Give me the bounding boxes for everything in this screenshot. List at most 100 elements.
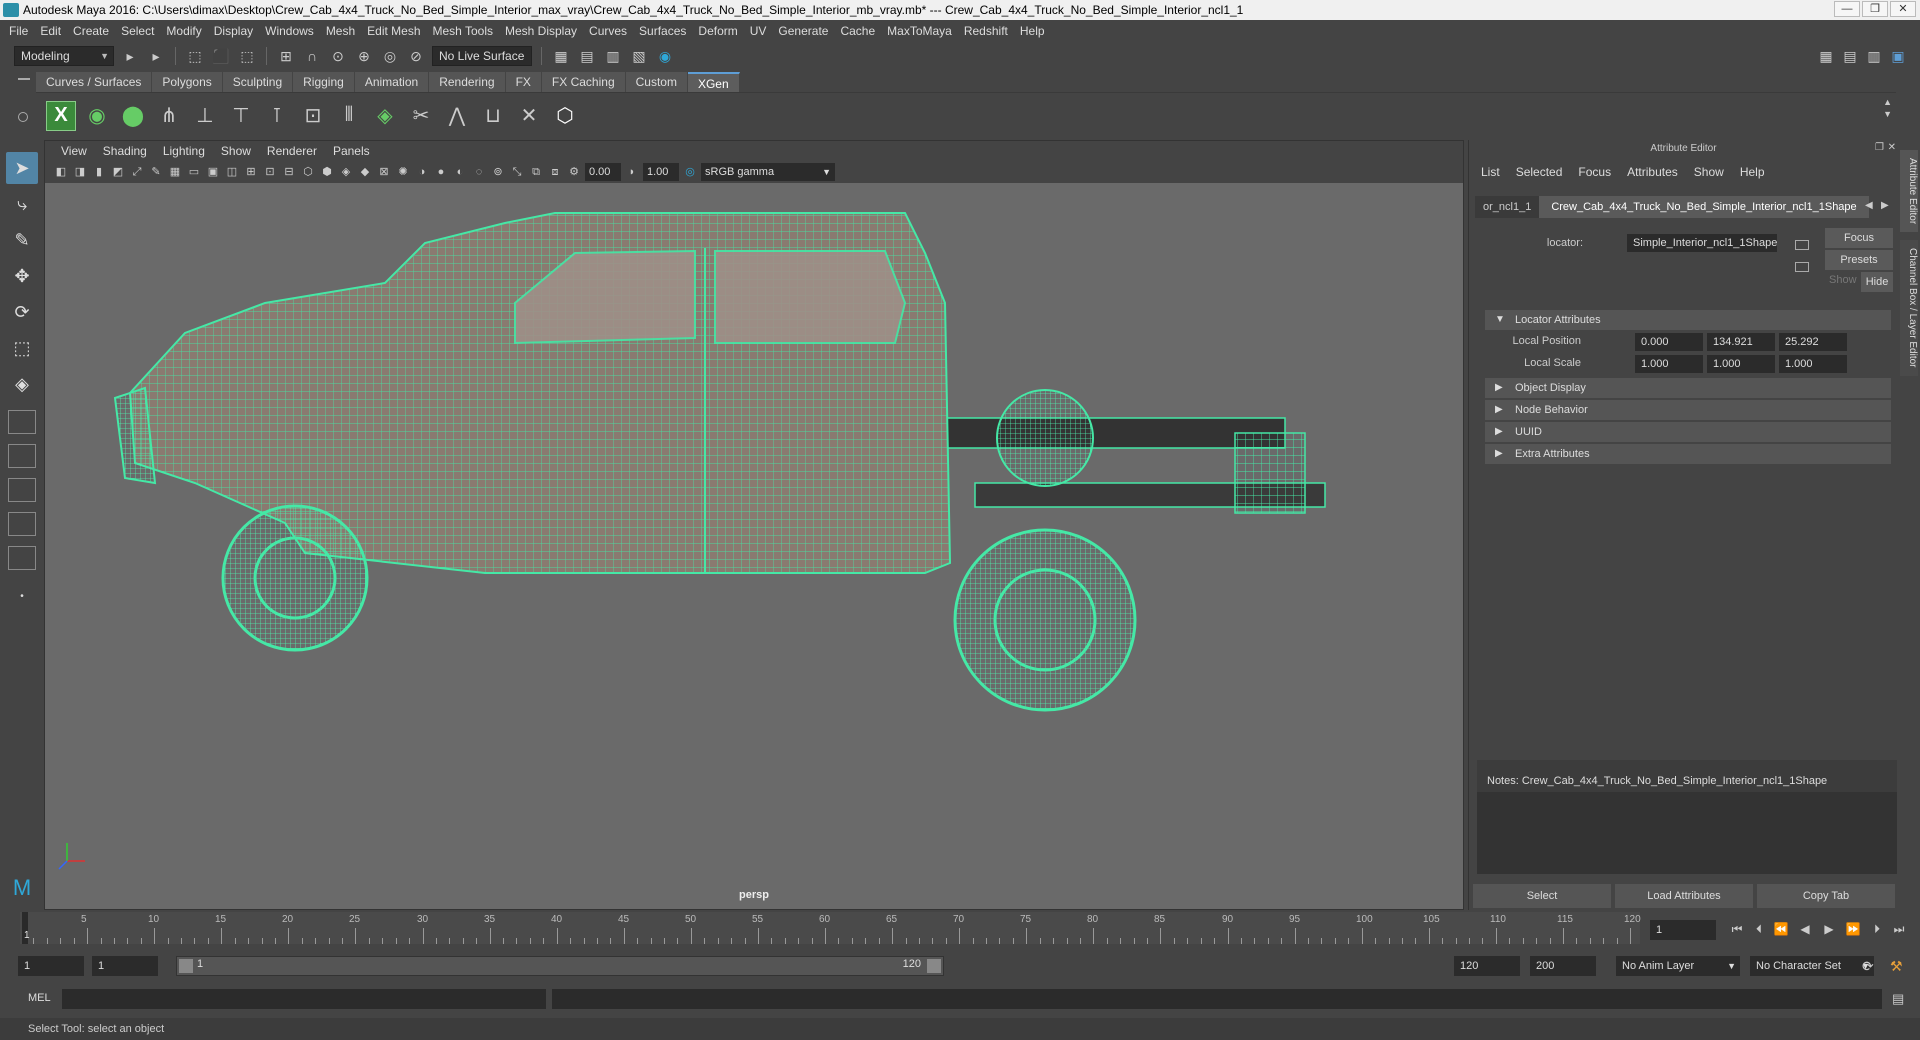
menu-file[interactable]: File bbox=[6, 24, 37, 38]
vp-menu-lighting[interactable]: Lighting bbox=[155, 144, 213, 158]
gamma-field[interactable]: 1.00 bbox=[643, 163, 679, 181]
film-gate-icon[interactable]: ▭ bbox=[186, 164, 202, 180]
hide-button[interactable]: Hide bbox=[1861, 272, 1893, 292]
shelf-menu-icon[interactable] bbox=[18, 78, 30, 80]
scale-tool-icon[interactable]: ⬚ bbox=[6, 332, 38, 364]
select-hierarchy-icon[interactable]: ⬚ bbox=[185, 46, 205, 66]
exposure-field[interactable]: 0.00 bbox=[585, 163, 621, 181]
ae-menu-help[interactable]: Help bbox=[1732, 162, 1773, 182]
tab-xgen[interactable]: XGen bbox=[687, 72, 740, 92]
vp-menu-panels[interactable]: Panels bbox=[325, 144, 378, 158]
script-editor-icon[interactable]: ▤ bbox=[1892, 991, 1904, 1007]
resolution-gate-icon[interactable]: ▣ bbox=[205, 164, 221, 180]
close-panel-icon[interactable]: ✕ bbox=[1888, 142, 1896, 153]
mode-dropdown[interactable]: Modeling ▼ bbox=[14, 46, 114, 66]
section-object-display[interactable]: ▶ Object Display bbox=[1485, 378, 1891, 398]
live-surface-field[interactable]: No Live Surface bbox=[432, 46, 532, 66]
xray-active-icon[interactable]: ⧉ bbox=[528, 164, 544, 180]
tab-polygons[interactable]: Polygons bbox=[152, 72, 223, 92]
snap-live-icon[interactable]: ⊘ bbox=[406, 46, 426, 66]
tab-right-arrow-icon[interactable]: ▶ bbox=[1881, 200, 1889, 211]
animation-start-field[interactable]: 1 bbox=[18, 956, 84, 976]
xgen-place-guides-icon[interactable]: ⋔ bbox=[154, 101, 184, 131]
menu-windows[interactable]: Windows bbox=[262, 24, 323, 38]
command-input[interactable] bbox=[62, 989, 546, 1009]
local-position-y[interactable]: 134.921 bbox=[1707, 333, 1775, 351]
vp-menu-shading[interactable]: Shading bbox=[95, 144, 155, 158]
playback-start-field[interactable]: 1 bbox=[92, 956, 158, 976]
notes-textarea[interactable] bbox=[1477, 792, 1897, 874]
focus-input-icon[interactable] bbox=[1795, 240, 1809, 250]
render-view-icon[interactable]: ▦ bbox=[551, 46, 571, 66]
exposure-icon[interactable]: ⚙ bbox=[566, 164, 582, 180]
command-language-label[interactable]: MEL bbox=[28, 992, 51, 1004]
xgen-create-description-icon[interactable]: ⬤ bbox=[118, 101, 148, 131]
focus-output-icon[interactable] bbox=[1795, 262, 1809, 272]
ae-menu-list[interactable]: List bbox=[1473, 162, 1508, 182]
hypershade-icon[interactable]: ◉ bbox=[655, 46, 675, 66]
ae-menu-show[interactable]: Show bbox=[1686, 162, 1732, 182]
menu-redshift[interactable]: Redshift bbox=[961, 24, 1017, 38]
xgen-rotate-guide-icon[interactable]: ⊺ bbox=[262, 101, 292, 131]
xgen-editor-icon[interactable]: X bbox=[46, 100, 76, 131]
xray-joints-icon[interactable]: ⤡ bbox=[509, 164, 525, 180]
local-position-x[interactable]: 0.000 bbox=[1635, 333, 1703, 351]
tab-fx[interactable]: FX bbox=[505, 72, 542, 92]
menu-modify[interactable]: Modify bbox=[163, 24, 210, 38]
select-tool-icon[interactable]: ➤ bbox=[6, 152, 38, 184]
viewport-panel[interactable]: View Shading Lighting Show Renderer Pane… bbox=[44, 140, 1464, 910]
snap-surface-icon[interactable]: ◎ bbox=[380, 46, 400, 66]
presets-button[interactable]: Presets bbox=[1825, 250, 1893, 270]
layout-two-panel-icon[interactable] bbox=[8, 444, 36, 468]
layout-four-panel-icon[interactable] bbox=[8, 410, 36, 434]
vp-menu-show[interactable]: Show bbox=[213, 144, 259, 158]
range-end-handle[interactable] bbox=[927, 959, 941, 973]
focus-button[interactable]: Focus bbox=[1825, 228, 1893, 248]
shelf-scroll-up-icon[interactable]: ▲ bbox=[1883, 97, 1892, 107]
tab-rendering[interactable]: Rendering bbox=[429, 72, 506, 92]
xgen-preview-icon[interactable]: ◉ bbox=[82, 101, 112, 131]
menu-surfaces[interactable]: Surfaces bbox=[636, 24, 695, 38]
select-button[interactable]: Select bbox=[1473, 884, 1611, 908]
snap-point-icon[interactable]: ⊙ bbox=[328, 46, 348, 66]
xgen-groom-icon[interactable]: ⋀ bbox=[442, 101, 472, 131]
range-bar[interactable]: 1 120 bbox=[176, 956, 944, 976]
menu-mesh-display[interactable]: Mesh Display bbox=[502, 24, 586, 38]
ae-menu-selected[interactable]: Selected bbox=[1508, 162, 1571, 182]
go-to-end-icon[interactable]: ⏭ bbox=[1890, 920, 1908, 938]
shelf-settings-icon[interactable] bbox=[18, 112, 28, 122]
tab-channel-box[interactable]: Channel Box / Layer Editor bbox=[1900, 240, 1918, 376]
time-slider-track[interactable]: 1 5 10 15 20 25 30 35 40 45 50 55 60 65 70 75 80 85 90 95 1… bbox=[20, 912, 1641, 944]
menu-edit[interactable]: Edit bbox=[37, 24, 70, 38]
wireframe-icon[interactable]: ⬡ bbox=[300, 164, 316, 180]
close-button[interactable]: ✕ bbox=[1890, 1, 1916, 17]
tab-rigging[interactable]: Rigging bbox=[293, 72, 355, 92]
float-panel-icon[interactable]: ❐ bbox=[1875, 142, 1884, 153]
gamma-icon[interactable]: ◗ bbox=[624, 164, 640, 180]
xgen-add-guide-icon[interactable]: ⊥ bbox=[190, 101, 220, 131]
grid-toggle-icon[interactable]: ▦ bbox=[167, 164, 183, 180]
truck-wireframe-model[interactable] bbox=[113, 212, 1326, 712]
paint-select-tool-icon[interactable]: ✎ bbox=[6, 224, 38, 256]
ae-menu-attributes[interactable]: Attributes bbox=[1619, 162, 1686, 182]
section-node-behavior[interactable]: ▶ Node Behavior bbox=[1485, 400, 1891, 420]
step-forward-key-icon[interactable]: ⏵ bbox=[1868, 920, 1886, 938]
xgen-comb-icon[interactable]: ⫴ bbox=[334, 101, 364, 131]
channel-box-toggle-icon[interactable]: ▣ bbox=[1888, 46, 1908, 66]
anim-preferences-icon[interactable]: ⚒ bbox=[1890, 958, 1903, 975]
bookmark-icon[interactable]: ▮ bbox=[91, 164, 107, 180]
menu-help[interactable]: Help bbox=[1017, 24, 1054, 38]
snap-curve-icon[interactable]: ∩ bbox=[302, 46, 322, 66]
play-forwards-icon[interactable]: ▶ bbox=[1820, 920, 1838, 938]
rotate-tool-icon[interactable]: ⟳ bbox=[6, 296, 38, 328]
tab-animation[interactable]: Animation bbox=[354, 72, 430, 92]
layout-graph-icon[interactable] bbox=[8, 512, 36, 536]
tab-left-arrow-icon[interactable]: ◀ bbox=[1865, 200, 1873, 211]
menu-create[interactable]: Create bbox=[70, 24, 118, 38]
section-extra-attributes[interactable]: ▶ Extra Attributes bbox=[1485, 444, 1891, 464]
backface-icon[interactable]: ⧈ bbox=[547, 164, 563, 180]
auto-key-icon[interactable]: ⟳ bbox=[1862, 958, 1874, 975]
local-scale-x[interactable]: 1.000 bbox=[1635, 355, 1703, 373]
step-back-frame-icon[interactable]: ⏪ bbox=[1772, 920, 1790, 938]
character-set-dropdown[interactable]: No Character Set ▼ bbox=[1750, 956, 1874, 976]
